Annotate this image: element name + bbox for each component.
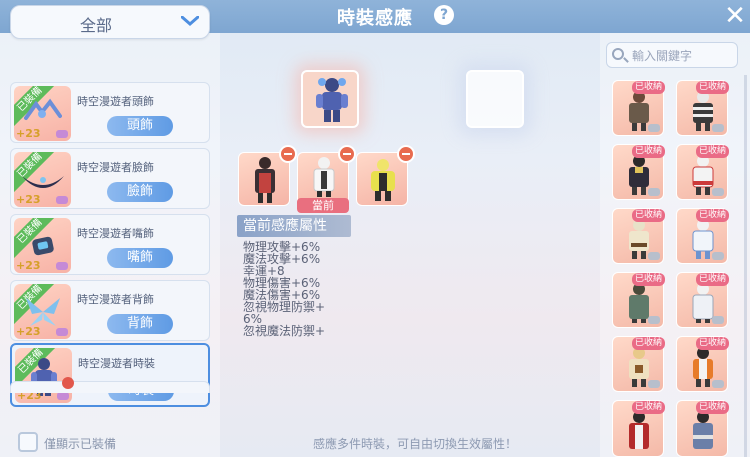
item-thumbnail: 已裝備 +23 bbox=[14, 86, 71, 141]
refine-icon bbox=[56, 130, 68, 138]
collection-item[interactable]: 已收納 bbox=[612, 208, 665, 264]
refine-icon bbox=[712, 316, 724, 324]
category-dropdown[interactable]: 全部 bbox=[10, 5, 210, 39]
collected-badge: 已收納 bbox=[695, 81, 729, 94]
lock-icon bbox=[62, 377, 74, 389]
slot-label: 背飾 bbox=[107, 314, 173, 334]
outfit-figure-icon bbox=[313, 157, 335, 197]
collected-badge: 已收納 bbox=[695, 337, 729, 350]
list-item[interactable]: 已裝備 +23 時空漫遊者臉飾 臉飾 bbox=[10, 148, 210, 209]
bonus-value: +23 bbox=[16, 193, 41, 206]
item-name: 時空漫遊者嘴飾 bbox=[77, 227, 154, 240]
collected-badge: 已收納 bbox=[631, 273, 665, 286]
collected-badge: 已收納 bbox=[695, 209, 729, 222]
remove-icon[interactable] bbox=[279, 145, 297, 163]
list-item-partial[interactable] bbox=[10, 381, 210, 393]
search-placeholder: 輸入關鍵字 bbox=[632, 49, 693, 63]
face-accessory-icon bbox=[22, 176, 64, 188]
show-equipped-checkbox[interactable] bbox=[18, 432, 38, 452]
attribute-line: 忽視魔法防禦+ bbox=[243, 324, 326, 338]
list-item[interactable]: 已裝備 +23 時空漫遊者頭飾 頭飾 bbox=[10, 82, 210, 143]
category-label: 全部 bbox=[79, 16, 112, 35]
outfit-figure-icon bbox=[255, 157, 275, 203]
collected-badge: 已收納 bbox=[631, 145, 665, 158]
headwear-icon bbox=[24, 98, 62, 120]
remove-icon[interactable] bbox=[338, 145, 356, 163]
collection-item[interactable]: 已收納 bbox=[676, 400, 729, 457]
outfit-figure-icon bbox=[693, 411, 713, 449]
collected-badge: 已收納 bbox=[631, 209, 665, 222]
refine-icon bbox=[56, 196, 68, 204]
collected-badge: 已收納 bbox=[695, 145, 729, 158]
refine-icon bbox=[712, 380, 724, 388]
outfit-card[interactable] bbox=[356, 145, 415, 206]
item-name: 時空漫遊者時裝 bbox=[78, 357, 155, 370]
collected-badge: 已收納 bbox=[631, 337, 665, 350]
collection-item[interactable]: 已收納 bbox=[612, 80, 665, 136]
costume-slot-empty[interactable] bbox=[466, 70, 524, 128]
refine-icon bbox=[648, 380, 660, 388]
collection-item[interactable]: 已收納 bbox=[612, 336, 665, 392]
refine-icon bbox=[648, 252, 660, 260]
close-icon[interactable]: ✕ bbox=[722, 3, 748, 29]
item-thumbnail: 已裝備 +23 bbox=[14, 152, 71, 207]
collection-item[interactable]: 已收納 bbox=[612, 144, 665, 200]
list-item-selected[interactable]: 已裝備 +23 時空漫遊者時裝 時裝 bbox=[10, 343, 210, 407]
current-tag: 當前 bbox=[297, 198, 349, 213]
item-thumbnail: 已裝備 +23 bbox=[14, 284, 71, 339]
collection-item[interactable]: 已收納 bbox=[676, 80, 729, 136]
slot-label: 嘴飾 bbox=[107, 248, 173, 268]
refine-icon bbox=[56, 328, 68, 336]
collected-badge: 已收納 bbox=[695, 401, 729, 414]
outfit-figure-icon bbox=[371, 159, 395, 201]
chevron-down-icon bbox=[181, 16, 199, 26]
collection-item[interactable]: 已收納 bbox=[676, 336, 729, 392]
footer-tip: 感應多件時裝，可自由切換生效屬性！ bbox=[313, 437, 518, 451]
costume-figure-icon bbox=[316, 78, 348, 122]
slot-label: 頭飾 bbox=[107, 116, 173, 136]
item-thumbnail: 已裝備 +23 bbox=[15, 348, 72, 403]
collection-item[interactable]: 已收納 bbox=[676, 208, 729, 264]
collected-badge: 已收納 bbox=[631, 81, 665, 94]
collection-item[interactable]: 已收納 bbox=[612, 400, 665, 457]
attribute-header: 當前感應屬性 bbox=[237, 215, 351, 237]
bonus-value: +23 bbox=[16, 325, 41, 338]
refine-icon bbox=[712, 188, 724, 196]
attribute-list: 物理攻擊+6% 魔法攻擊+6% 幸運+8 物理傷害+6% 魔法傷害+6% 忽視物… bbox=[243, 241, 343, 337]
show-equipped-label: 僅顯示已裝備 bbox=[44, 437, 117, 451]
outfit-figure-icon bbox=[629, 411, 649, 449]
search-icon bbox=[612, 48, 624, 60]
bonus-value: +23 bbox=[16, 127, 41, 140]
outfit-card[interactable] bbox=[238, 145, 297, 206]
bonus-value: +23 bbox=[16, 259, 41, 272]
item-name: 時空漫遊者背飾 bbox=[77, 293, 154, 306]
refine-icon bbox=[648, 188, 660, 196]
refine-icon bbox=[712, 124, 724, 132]
list-item[interactable]: 已裝備 +23 時空漫遊者嘴飾 嘴飾 bbox=[10, 214, 210, 275]
remove-icon[interactable] bbox=[397, 145, 415, 163]
item-thumbnail: 已裝備 +23 bbox=[14, 218, 71, 273]
item-name: 時空漫遊者臉飾 bbox=[77, 161, 154, 174]
collected-badge: 已收納 bbox=[631, 401, 665, 414]
question-mark-icon[interactable]: ? bbox=[434, 5, 454, 25]
collected-badge: 已收納 bbox=[695, 273, 729, 286]
refine-icon bbox=[56, 262, 68, 270]
refine-icon bbox=[648, 316, 660, 324]
slot-label: 臉飾 bbox=[107, 182, 173, 202]
mouth-accessory-icon bbox=[32, 236, 54, 256]
item-name: 時空漫遊者頭飾 bbox=[77, 95, 154, 108]
refine-icon bbox=[57, 392, 69, 400]
costume-slot-active[interactable] bbox=[301, 70, 359, 128]
collection-item[interactable]: 已收納 bbox=[612, 272, 665, 328]
list-item[interactable]: 已裝備 +23 時空漫遊者背飾 背飾 bbox=[10, 280, 210, 341]
refine-icon bbox=[648, 124, 660, 132]
collection-item[interactable]: 已收納 bbox=[676, 144, 729, 200]
collection-scrollbar[interactable] bbox=[744, 75, 747, 457]
collection-item[interactable]: 已收納 bbox=[676, 272, 729, 328]
refine-icon bbox=[712, 252, 724, 260]
